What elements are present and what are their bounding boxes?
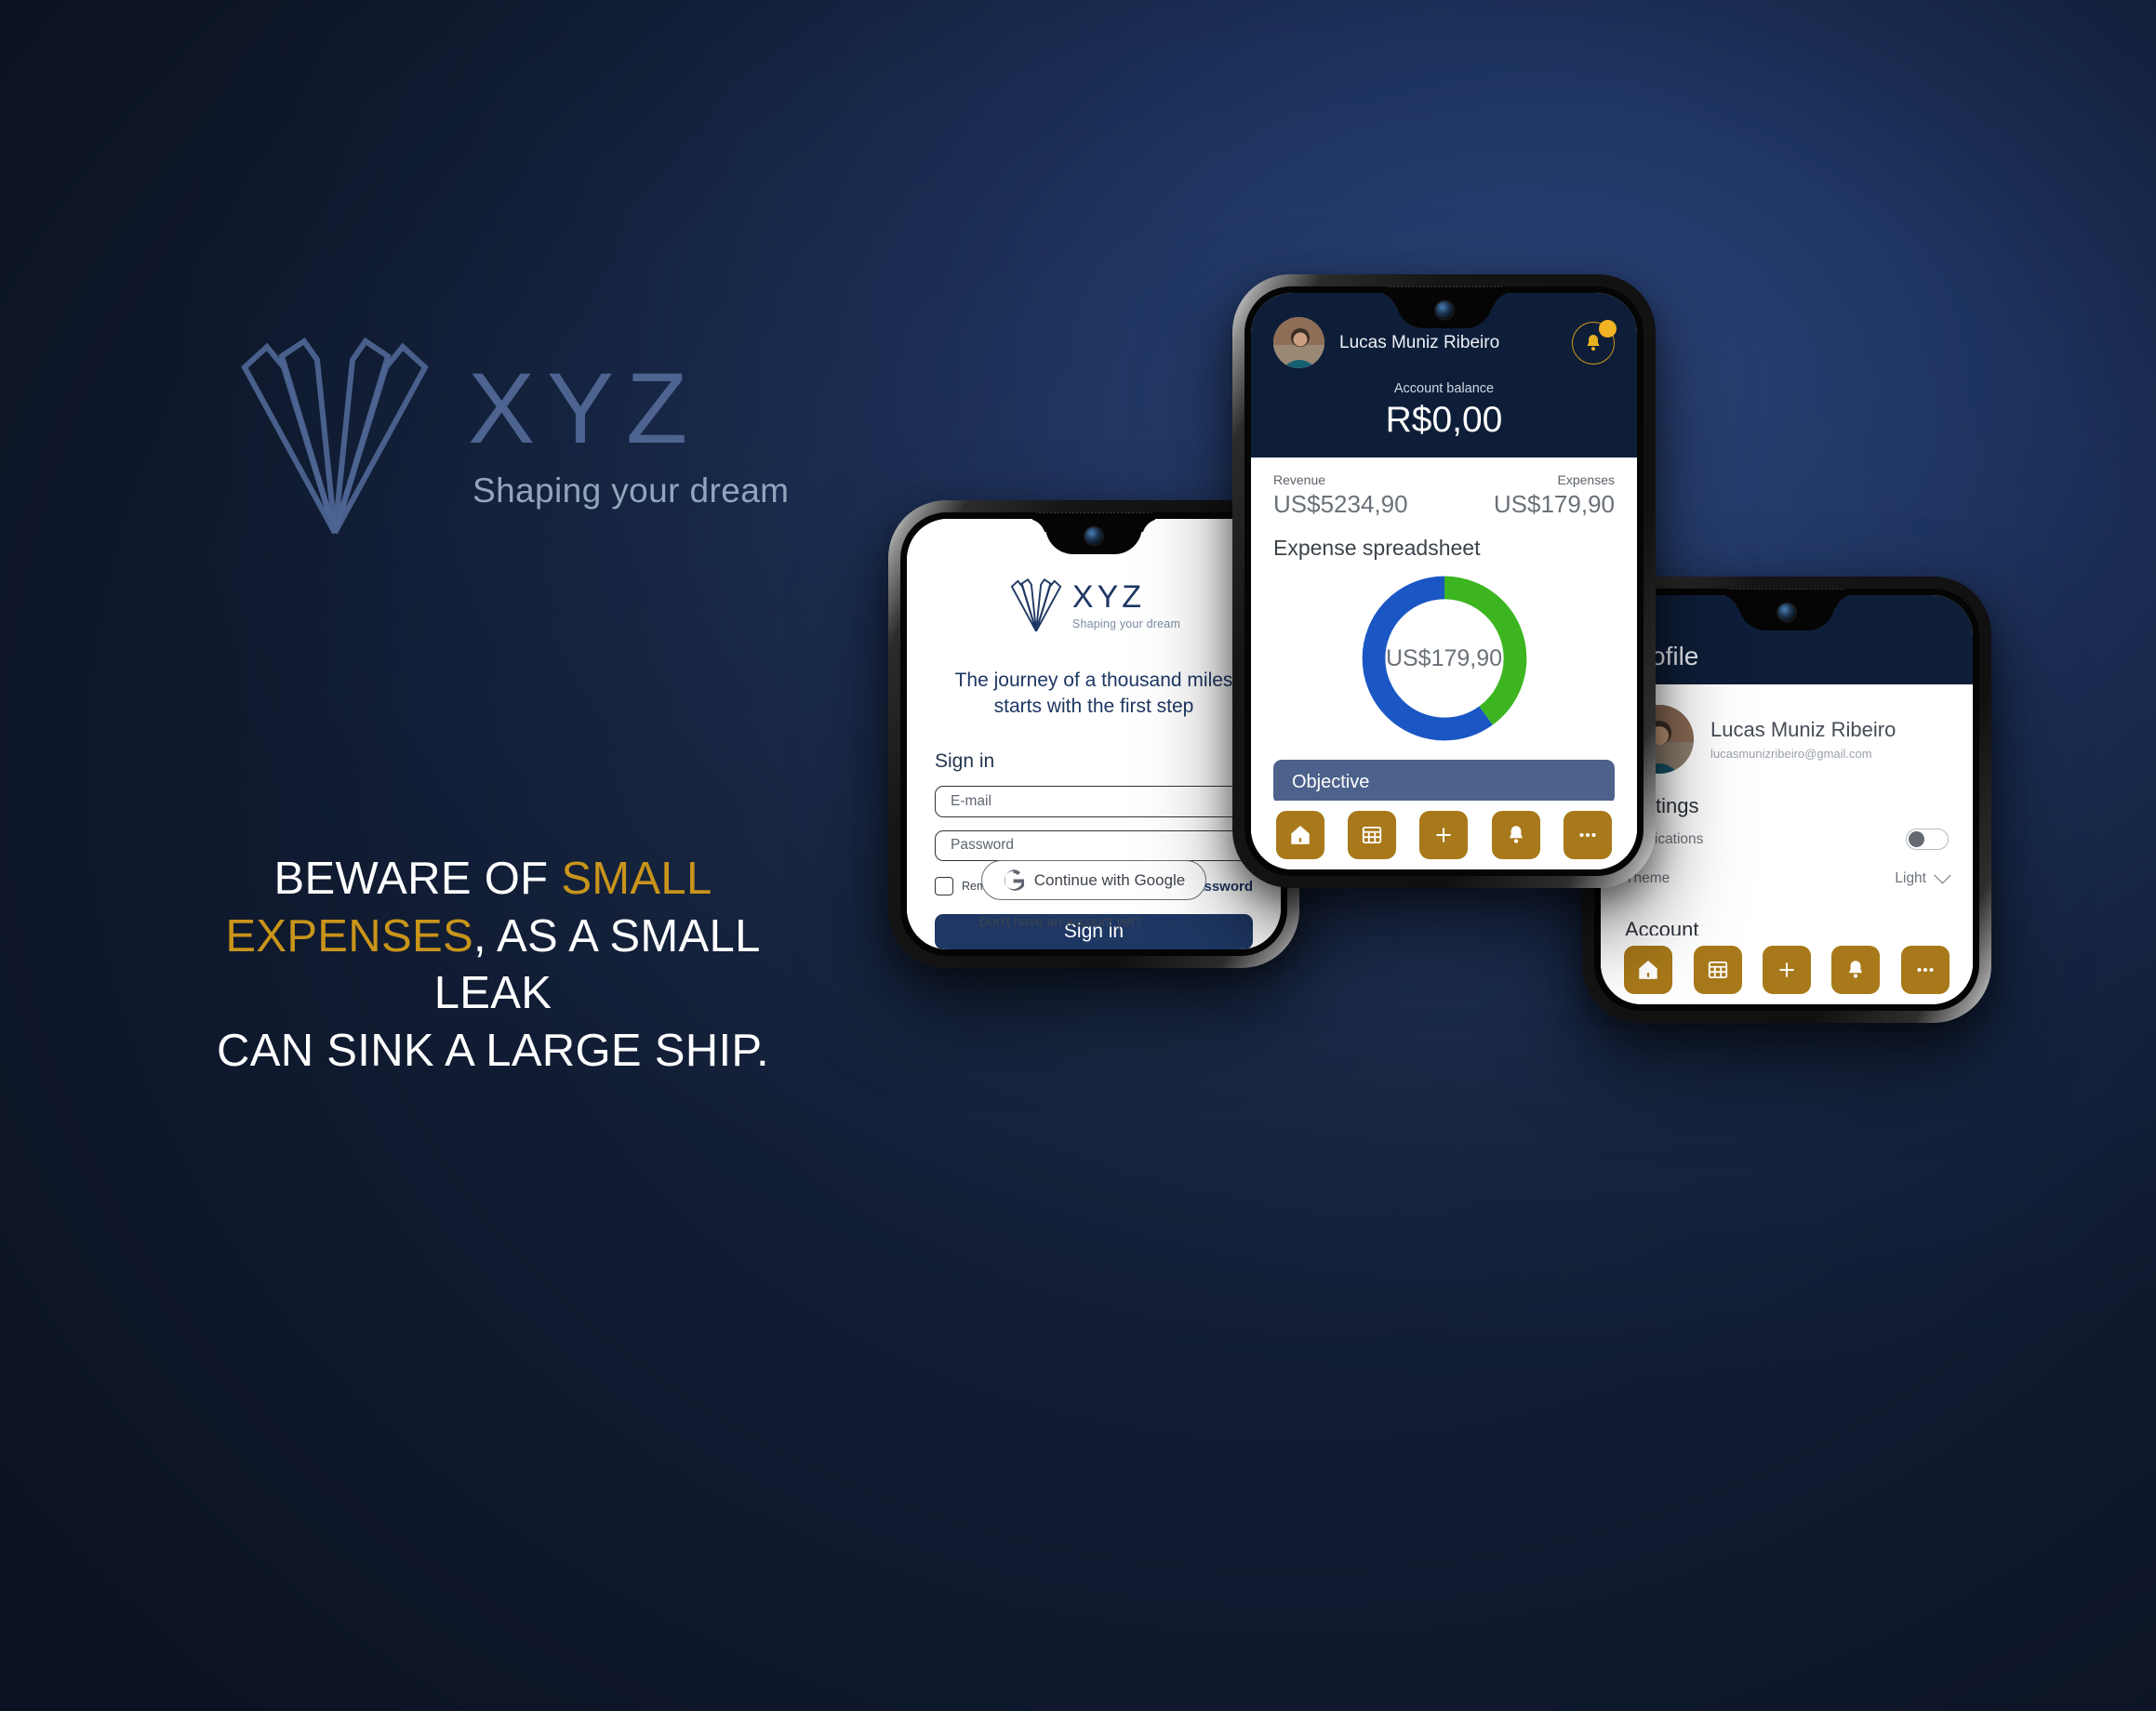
quote-highlight-2: EXPENSES <box>225 910 473 962</box>
notifications-button[interactable] <box>1572 319 1617 365</box>
notification-dot <box>1599 319 1617 338</box>
settings-row-theme[interactable]: Theme Light <box>1625 860 1951 897</box>
dashboard-screen: Lucas Muniz Ribeiro Account balance R$0,… <box>1251 293 1637 869</box>
phone-notch <box>1045 519 1142 554</box>
front-camera-icon <box>1085 527 1103 545</box>
signup-link[interactable]: Sign up <box>1154 914 1209 931</box>
profile-user-row: Lucas Muniz Ribeiro lucasmunizribeiro@gm… <box>1625 684 1949 774</box>
nav-add[interactable] <box>1762 946 1811 994</box>
phone-notch <box>1738 595 1835 630</box>
more-dots-icon <box>1917 967 1934 973</box>
bell-icon <box>1509 826 1523 843</box>
nav-more[interactable] <box>1564 811 1613 859</box>
phone-notch <box>1395 293 1493 328</box>
signin-headline: The journey of a thousand miles starts w… <box>935 668 1253 719</box>
theme-value: Light <box>1895 870 1926 886</box>
signin-logo-tagline: Shaping your dream <box>1071 617 1181 630</box>
front-camera-icon <box>1435 301 1453 319</box>
phone-dashboard: Lucas Muniz Ribeiro Account balance R$0,… <box>1232 274 1656 888</box>
signin-footer: Continue with Google Don't have an accou… <box>907 860 1281 931</box>
donut-center-value: US$179,90 <box>1385 644 1503 671</box>
profile-bottom-nav <box>1601 935 1973 1004</box>
hero-quote: BEWARE OF SMALL EXPENSES, AS A SMALL LEA… <box>186 851 800 1081</box>
expenses-label: Expenses <box>1557 472 1615 487</box>
google-g-icon <box>1004 869 1024 891</box>
chevron-down-icon[interactable] <box>1934 866 1951 883</box>
phone-speaker <box>1385 286 1503 287</box>
home-icon <box>1290 825 1310 844</box>
signin-screen: XYZ Shaping your dream The journey of a … <box>907 519 1281 949</box>
signin-logo-name: XYZ <box>1071 578 1146 615</box>
expense-donut-chart: US$179,90 <box>1273 570 1615 747</box>
quote-part-2: , AS A SMALL LEAK <box>433 910 761 1019</box>
profile-user-email: lucasmunizribeiro@gmail.com <box>1710 747 1872 762</box>
expenses-value: US$179,90 <box>1493 490 1615 518</box>
signin-section-title: Sign in <box>935 750 995 773</box>
xyz-diamond-logo-icon <box>241 337 429 535</box>
nav-spreadsheet[interactable] <box>1693 946 1742 994</box>
revenue-label: Revenue <box>1273 472 1326 487</box>
quote-part-1: BEWARE OF <box>273 854 562 904</box>
dashboard-user-name: Lucas Muniz Ribeiro <box>1339 332 1500 352</box>
email-field[interactable]: E-mail <box>935 786 1253 817</box>
brand-tagline: Shaping your dream <box>472 471 790 510</box>
nav-more[interactable] <box>1900 946 1950 994</box>
dashboard-stats: Revenue US$5234,90 Expenses US$179,90 <box>1273 472 1615 519</box>
bell-icon <box>1849 961 1863 978</box>
phone-speaker <box>1035 512 1152 513</box>
avatar[interactable] <box>1273 317 1324 368</box>
notifications-toggle[interactable] <box>1906 829 1949 850</box>
expense-spreadsheet-title: Expense spreadsheet <box>1273 536 1481 560</box>
more-dots-icon <box>1579 832 1596 838</box>
profile-screen: Profile Lucas Muniz Ribeiro lucasmunizri… <box>1601 595 1973 1004</box>
signup-prompt: Don't have an account yet? <box>978 915 1142 930</box>
nav-add[interactable] <box>1419 811 1469 859</box>
account-balance-value: R$0,00 <box>1385 400 1503 440</box>
signin-headline-line2: starts with the first step <box>993 695 1194 717</box>
revenue-value: US$5234,90 <box>1273 490 1408 518</box>
nav-spreadsheet[interactable] <box>1348 811 1397 859</box>
xyz-diamond-logo-icon <box>1010 577 1062 632</box>
plus-icon <box>1779 962 1794 977</box>
quote-highlight-1: SMALL <box>561 854 712 904</box>
home-icon <box>1639 960 1657 979</box>
revenue-stat: Revenue US$5234,90 <box>1273 472 1408 519</box>
google-button-label: Continue with Google <box>1033 870 1186 889</box>
password-placeholder: Password <box>951 837 1015 854</box>
plus-icon <box>1436 828 1452 842</box>
password-field[interactable]: Password <box>935 829 1253 862</box>
user-avatar-icon <box>1273 317 1324 368</box>
brand-block: XYZ Shaping your dream <box>228 330 823 544</box>
nav-notifications[interactable] <box>1491 811 1540 859</box>
nav-notifications[interactable] <box>1831 946 1881 994</box>
signin-headline-line1: The journey of a thousand miles <box>954 670 1233 691</box>
phone-speaker <box>1728 589 1845 590</box>
profile-user-name: Lucas Muniz Ribeiro <box>1710 717 1896 741</box>
grid-table-icon <box>1362 826 1382 844</box>
objective-button[interactable]: Objective <box>1273 760 1615 804</box>
signin-logo: XYZ Shaping your dream <box>935 575 1253 636</box>
quote-part-3: CAN SINK A LARGE SHIP. <box>217 1026 769 1077</box>
settings-row-notifications[interactable]: Notifications <box>1625 818 1949 860</box>
grid-table-icon <box>1708 961 1727 979</box>
account-balance-label: Account balance <box>1393 381 1495 396</box>
nav-home[interactable] <box>1275 811 1324 859</box>
dashboard-bottom-nav <box>1251 801 1637 869</box>
brand-name: XYZ <box>468 351 700 464</box>
front-camera-icon <box>1777 603 1796 621</box>
nav-home[interactable] <box>1624 946 1673 994</box>
continue-with-google-button[interactable]: Continue with Google <box>980 860 1207 900</box>
settings-section-title: Settings <box>1625 794 1699 817</box>
email-placeholder: E-mail <box>951 793 991 810</box>
expenses-stat: Expenses US$179,90 <box>1494 472 1615 519</box>
